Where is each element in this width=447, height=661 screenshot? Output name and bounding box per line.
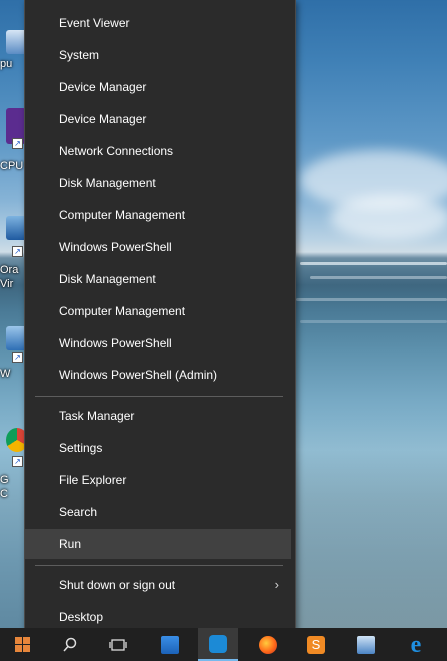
menu-item-task-manager[interactable]: Task Manager xyxy=(25,401,291,431)
menu-item-disk-management[interactable]: Disk Management xyxy=(25,168,291,198)
start-button[interactable] xyxy=(2,628,42,661)
wallpaper-wave xyxy=(296,298,447,301)
sublime-icon: S xyxy=(307,635,325,654)
firefox-icon xyxy=(259,635,277,654)
desktop-icon-label: C xyxy=(0,488,8,500)
shortcut-arrow-icon: ↗ xyxy=(12,352,23,363)
menu-item-device-manager[interactable]: Device Manager xyxy=(25,72,291,102)
taskbar-edge[interactable]: e xyxy=(396,628,436,661)
task-view-button[interactable] xyxy=(98,628,138,661)
menu-item-windows-powershell[interactable]: Windows PowerShell xyxy=(25,328,291,358)
menu-item-disk-management[interactable]: Disk Management xyxy=(25,264,291,294)
menu-item-device-manager[interactable]: Device Manager xyxy=(25,104,291,134)
wallpaper-wave xyxy=(310,276,447,279)
desktop-icon-label: Vir xyxy=(0,278,14,290)
desktop-icon-label: W xyxy=(0,368,11,380)
start-icon xyxy=(14,637,30,652)
shortcut-arrow-icon: ↗ xyxy=(12,246,23,257)
desktop-icon-label: Ora xyxy=(0,264,19,276)
menu-item-settings[interactable]: Settings xyxy=(25,433,291,463)
wallpaper-beach xyxy=(295,420,447,628)
menu-item-computer-management[interactable]: Computer Management xyxy=(25,296,291,326)
menu-item-windows-powershell-admin[interactable]: Windows PowerShell (Admin) xyxy=(25,360,291,390)
taskbar-sublime[interactable]: S xyxy=(296,628,336,661)
menu-item-network-connections[interactable]: Network Connections xyxy=(25,136,291,166)
menu-item-shut-down-or-sign-out[interactable]: Shut down or sign out › xyxy=(25,570,291,600)
menu-item-computer-management[interactable]: Computer Management xyxy=(25,200,291,230)
menu-separator xyxy=(35,396,283,397)
taskbar-store[interactable] xyxy=(150,628,190,661)
menu-item-run[interactable]: Run xyxy=(25,529,291,559)
search-icon xyxy=(63,637,77,651)
remote-desktop-icon xyxy=(357,635,375,654)
menu-item-label: Shut down or sign out xyxy=(59,578,176,592)
taskbar-remote-desktop[interactable] xyxy=(346,628,386,661)
menu-item-windows-powershell[interactable]: Windows PowerShell xyxy=(25,232,291,262)
store-icon xyxy=(161,635,179,654)
app-icon xyxy=(209,634,227,653)
desktop-icon-label: CPU xyxy=(0,160,24,172)
menu-item-file-explorer[interactable]: File Explorer xyxy=(25,465,291,495)
taskbar: S e xyxy=(0,628,447,661)
task-view-icon xyxy=(109,638,127,651)
chevron-right-icon: › xyxy=(274,577,279,592)
menu-separator xyxy=(35,565,283,566)
wallpaper-wave xyxy=(300,320,447,323)
shortcut-arrow-icon: ↗ xyxy=(12,456,23,467)
taskbar-firefox[interactable] xyxy=(248,628,288,661)
winx-context-menu: Event Viewer System Device Manager Devic… xyxy=(24,0,296,641)
desktop-icon-label: pu xyxy=(0,58,13,70)
shortcut-arrow-icon: ↗ xyxy=(12,138,23,149)
menu-item-event-viewer[interactable]: Event Viewer xyxy=(25,8,291,38)
menu-item-search[interactable]: Search xyxy=(25,497,291,527)
wallpaper-cloud xyxy=(330,195,447,240)
edge-icon: e xyxy=(410,631,422,658)
search-button[interactable] xyxy=(50,628,90,661)
taskbar-app-active[interactable] xyxy=(198,628,238,661)
menu-item-system[interactable]: System xyxy=(25,40,291,70)
wallpaper-wave xyxy=(300,262,447,265)
desktop-icon-label: G xyxy=(0,474,9,486)
